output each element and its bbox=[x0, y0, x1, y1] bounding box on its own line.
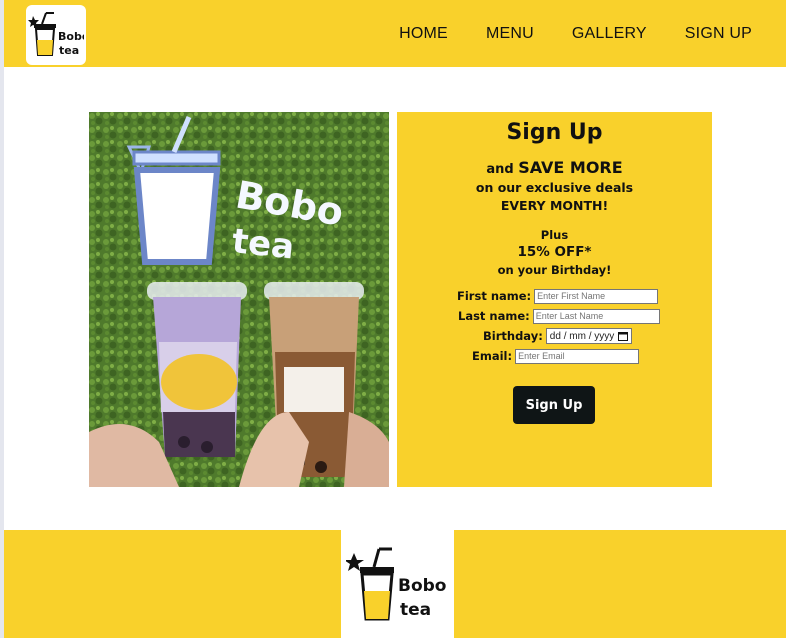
nav-home[interactable]: HOME bbox=[399, 25, 448, 43]
header-logo[interactable]: Bobo tea bbox=[26, 5, 86, 65]
site-footer: Bobo tea bbox=[4, 530, 786, 638]
svg-text:tea: tea bbox=[59, 44, 79, 57]
first-name-input[interactable] bbox=[534, 288, 659, 304]
tagline-save-more: SAVE MORE bbox=[518, 158, 623, 177]
calendar-icon[interactable] bbox=[617, 331, 628, 341]
svg-text:tea: tea bbox=[400, 600, 431, 620]
email-input[interactable] bbox=[515, 348, 640, 364]
promo-discount: 15% OFF* bbox=[517, 244, 592, 260]
promo-birthday: on your Birthday! bbox=[497, 263, 612, 277]
nav-gallery[interactable]: GALLERY bbox=[572, 25, 647, 43]
signup-tagline: and SAVE MORE bbox=[397, 158, 712, 177]
first-name-row: First name: bbox=[457, 288, 659, 304]
bubble-tea-photo: Bobo tea bbox=[89, 112, 389, 487]
nav-sign-up[interactable]: SIGN UP bbox=[685, 25, 752, 43]
last-name-input[interactable] bbox=[532, 308, 660, 324]
first-name-label: First name: bbox=[457, 289, 532, 303]
tagline-deals: on our exclusive deals bbox=[475, 180, 634, 195]
email-label: Email: bbox=[472, 349, 513, 363]
signup-panel: Sign Up and SAVE MORE on our exclusive d… bbox=[397, 112, 712, 487]
birthday-row: Birthday: dd / mm / yyyy bbox=[483, 328, 632, 344]
signup-title: Sign Up bbox=[506, 120, 603, 145]
last-name-label: Last name: bbox=[458, 309, 530, 323]
site-header: Bobo tea HOME MENU GALLERY SIGN UP bbox=[4, 0, 786, 67]
email-row: Email: bbox=[472, 348, 640, 364]
svg-text:Bobo: Bobo bbox=[58, 30, 84, 43]
svg-text:tea: tea bbox=[230, 221, 296, 267]
main-nav: HOME MENU GALLERY SIGN UP bbox=[361, 0, 752, 67]
tagline-and: and bbox=[486, 162, 519, 177]
tagline-every-month: EVERY MONTH! bbox=[500, 198, 609, 213]
promo-plus: Plus bbox=[540, 228, 569, 242]
birthday-date-input[interactable]: dd / mm / yyyy bbox=[545, 328, 632, 344]
sign-up-button[interactable]: Sign Up bbox=[513, 386, 595, 424]
footer-logo: Bobo tea bbox=[341, 530, 454, 638]
nav-menu[interactable]: MENU bbox=[486, 25, 534, 43]
svg-text:Bobo: Bobo bbox=[398, 576, 447, 596]
last-name-row: Last name: bbox=[458, 308, 660, 324]
birthday-label: Birthday: bbox=[483, 329, 543, 343]
bobo-tea-footer-logo-icon: Bobo tea bbox=[345, 547, 447, 621]
birthday-placeholder: dd / mm / yyyy bbox=[549, 330, 615, 342]
bobo-tea-logo-icon: Bobo tea bbox=[28, 12, 84, 57]
